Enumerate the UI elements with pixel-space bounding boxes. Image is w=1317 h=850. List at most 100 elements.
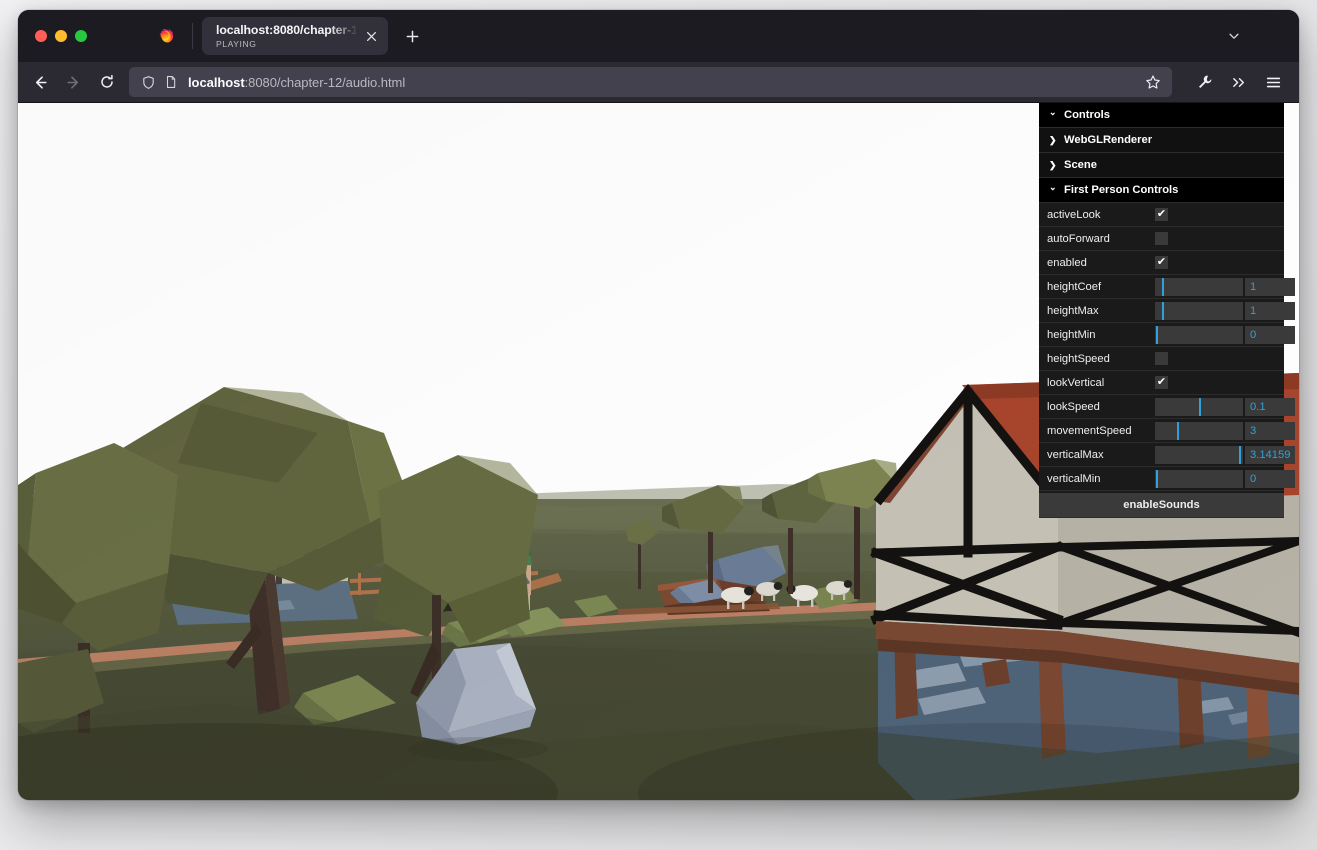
value-movementSpeed[interactable]: 3	[1245, 421, 1295, 440]
slider-knob	[1155, 469, 1158, 488]
window-traffic-lights	[18, 30, 87, 42]
reload-button[interactable]	[90, 67, 123, 97]
gui-folder-list: ⌄ Controls ❯ WebGLRenderer ❯ Scene ⌄ First Pers…	[1039, 103, 1284, 203]
minimize-window-button[interactable]	[55, 30, 67, 42]
gui-control-lookVertical[interactable]: ✔	[1155, 371, 1284, 394]
gui-control-autoForward[interactable]	[1155, 227, 1284, 250]
slider-heightCoef[interactable]	[1155, 277, 1243, 296]
gui-controls-list: activeLook ✔ autoForward enabled ✔ heightCoef…	[1039, 203, 1295, 491]
back-button[interactable]	[24, 67, 57, 97]
gui-row-heightMin[interactable]: heightMin 0	[1039, 323, 1295, 347]
tab-title: localhost:8080/chapter-12/audio.html	[216, 22, 362, 37]
gui-label-activeLook: activeLook	[1047, 208, 1101, 221]
gui-scrollbar[interactable]	[1282, 103, 1284, 518]
gui-label-movementSpeed: movementSpeed	[1047, 424, 1132, 437]
value-verticalMax[interactable]: 3.14159	[1245, 445, 1295, 464]
chevron-right-icon: ❯	[1049, 159, 1057, 170]
gui-control-heightMin[interactable]: 0	[1155, 323, 1295, 346]
gui-control-heightCoef[interactable]: 1	[1155, 275, 1295, 298]
url-text[interactable]: localhost:8080/chapter-12/audio.html	[183, 75, 1139, 90]
gui-row-heightSpeed[interactable]: heightSpeed	[1039, 347, 1284, 371]
gui-row-movementSpeed[interactable]: movementSpeed 3	[1039, 419, 1295, 443]
slider-verticalMax[interactable]	[1155, 445, 1243, 464]
checkbox-unchecked-autoForward[interactable]	[1155, 232, 1168, 245]
gui-row-activeLook[interactable]: activeLook ✔	[1039, 203, 1284, 227]
gui-label-heightCoef: heightCoef	[1047, 280, 1102, 293]
slider-knob	[1155, 325, 1158, 344]
hamburger-menu-icon[interactable]	[1258, 67, 1288, 97]
gui-control-heightMax[interactable]: 1	[1155, 299, 1295, 322]
overflow-chevrons-icon[interactable]	[1224, 67, 1254, 97]
enable-sounds-label: enableSounds	[1123, 499, 1200, 511]
webgl-viewport[interactable]: ⌄ Controls ❯ WebGLRenderer ❯ Scene ⌄ First Pers…	[18, 103, 1299, 800]
slider-verticalMin[interactable]	[1155, 469, 1243, 488]
bookmark-star-icon[interactable]	[1139, 69, 1167, 95]
firefox-logo-icon	[155, 26, 175, 46]
checkbox-checked-lookVertical[interactable]: ✔	[1155, 376, 1168, 389]
gui-control-heightSpeed[interactable]	[1155, 347, 1284, 370]
toolbar-buttons	[1186, 67, 1288, 97]
gui-folder-scene[interactable]: ❯ Scene	[1039, 153, 1284, 178]
gui-control-lookSpeed[interactable]: 0.1	[1155, 395, 1295, 418]
checkbox-checked-enabled[interactable]: ✔	[1155, 256, 1168, 269]
value-heightMax[interactable]: 1	[1245, 301, 1295, 320]
forward-button[interactable]	[57, 67, 90, 97]
browser-tab-active[interactable]: localhost:8080/chapter-12/audio.html PLA…	[202, 17, 388, 55]
gui-row-enabled[interactable]: enabled ✔	[1039, 251, 1284, 275]
gui-row-lookVertical[interactable]: lookVertical ✔	[1039, 371, 1284, 395]
list-all-tabs-chevron-down-icon[interactable]	[1219, 21, 1249, 51]
tab-strip: localhost:8080/chapter-12/audio.html PLA…	[18, 10, 1299, 62]
value-verticalMin[interactable]: 0	[1245, 469, 1295, 488]
dat-gui-panel[interactable]: ⌄ Controls ❯ WebGLRenderer ❯ Scene ⌄ First Pers…	[1039, 103, 1295, 518]
value-heightMin[interactable]: 0	[1245, 325, 1295, 344]
slider-knob	[1238, 445, 1241, 464]
gui-control-verticalMax[interactable]: 3.14159	[1155, 443, 1295, 466]
gui-label-heightMax: heightMax	[1047, 304, 1099, 317]
slider-knob	[1177, 421, 1179, 440]
gui-label-enabled: enabled	[1047, 256, 1087, 269]
slider-heightMin[interactable]	[1155, 325, 1243, 344]
url-bar[interactable]: localhost:8080/chapter-12/audio.html	[129, 67, 1172, 97]
value-heightCoef[interactable]: 1	[1245, 277, 1295, 296]
checkbox-unchecked-heightSpeed[interactable]	[1155, 352, 1168, 365]
gui-control-enabled[interactable]: ✔	[1155, 251, 1284, 274]
gui-control-activeLook[interactable]: ✔	[1155, 203, 1284, 226]
maximize-window-button[interactable]	[75, 30, 87, 42]
chevron-right-icon: ❯	[1049, 134, 1057, 145]
gui-row-heightCoef[interactable]: heightCoef 1	[1039, 275, 1295, 299]
slider-knob	[1199, 397, 1201, 416]
enable-sounds-button[interactable]: enableSounds	[1039, 493, 1284, 518]
tabstrip-divider	[192, 23, 193, 49]
wrench-icon[interactable]	[1190, 67, 1220, 97]
gui-row-verticalMax[interactable]: verticalMax 3.14159	[1039, 443, 1295, 467]
gui-label-heightMin: heightMin	[1047, 328, 1096, 341]
gui-control-movementSpeed[interactable]: 3	[1155, 419, 1295, 442]
close-tab-icon[interactable]	[362, 27, 380, 45]
gui-row-verticalMin[interactable]: verticalMin 0	[1039, 467, 1295, 491]
gui-folder-webglrenderer[interactable]: ❯ WebGLRenderer	[1039, 128, 1284, 153]
checkbox-checked-activeLook[interactable]: ✔	[1155, 208, 1168, 221]
gui-folder-controls[interactable]: ⌄ Controls	[1039, 103, 1284, 128]
slider-knob	[1162, 277, 1165, 296]
url-host: localhost	[188, 74, 245, 90]
gui-row-autoForward[interactable]: autoForward	[1039, 227, 1284, 251]
slider-knob	[1162, 301, 1165, 320]
gui-folder-first-person-controls[interactable]: ⌄ First Person Controls	[1039, 178, 1284, 203]
page-info-icon[interactable]	[161, 73, 180, 92]
gui-row-heightMax[interactable]: heightMax 1	[1039, 299, 1295, 323]
gui-row-lookSpeed[interactable]: lookSpeed 0.1	[1039, 395, 1295, 419]
slider-movementSpeed[interactable]	[1155, 421, 1243, 440]
close-window-button[interactable]	[35, 30, 47, 42]
gui-folder-label: WebGLRenderer	[1064, 134, 1153, 146]
chevron-down-icon: ⌄	[1049, 181, 1057, 192]
slider-heightMax[interactable]	[1155, 301, 1243, 320]
value-lookSpeed[interactable]: 0.1	[1245, 397, 1295, 416]
browser-window: localhost:8080/chapter-12/audio.html PLA…	[18, 10, 1299, 800]
chevron-down-icon: ⌄	[1049, 106, 1057, 117]
gui-control-verticalMin[interactable]: 0	[1155, 467, 1295, 490]
slider-lookSpeed[interactable]	[1155, 397, 1243, 416]
gui-label-verticalMin: verticalMin	[1047, 472, 1101, 485]
gui-folder-label: Controls	[1064, 109, 1110, 121]
shield-icon[interactable]	[139, 73, 158, 92]
new-tab-button[interactable]	[397, 21, 427, 51]
